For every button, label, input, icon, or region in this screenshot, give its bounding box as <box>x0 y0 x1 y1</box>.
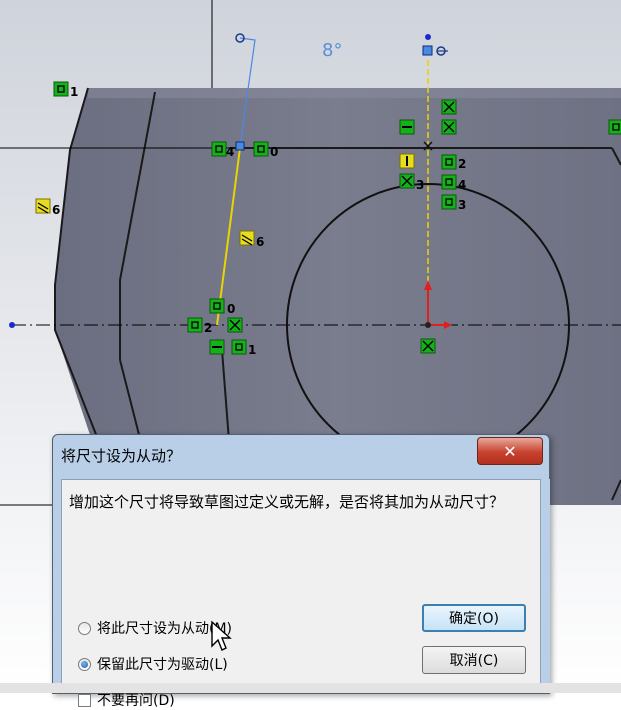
close-button[interactable]: ✕ <box>477 437 543 465</box>
coincident-relation-icon[interactable]: 1 <box>53 81 78 99</box>
svg-text:3: 3 <box>458 198 466 212</box>
tangent-relation-icon[interactable] <box>441 119 457 135</box>
horizontal-relation-icon[interactable] <box>399 119 415 135</box>
dont-ask-again-label: 不要再问(D) <box>97 693 175 709</box>
dialog-body: 增加这个尺寸将导致草图过定义或无解，是否将其加为从动尺寸？ 将此尺寸设为从动(M… <box>61 479 541 709</box>
vertical-relation-icon[interactable] <box>399 153 415 169</box>
radio-make-driven[interactable] <box>78 621 91 635</box>
coincident-relation-icon[interactable]: 2 <box>187 317 212 335</box>
coincident-relation-icon[interactable] <box>608 119 621 135</box>
svg-text:1: 1 <box>70 85 78 99</box>
tangent-relation-icon[interactable] <box>420 338 436 354</box>
angle-dimension-label[interactable]: 8° <box>322 40 342 61</box>
dont-ask-again-checkbox[interactable] <box>78 693 91 707</box>
option-keep-driving-label: 保留此尺寸为驱动(L) <box>97 657 228 673</box>
coincident-relation-icon[interactable]: 4 <box>211 141 234 159</box>
svg-text:3: 3 <box>416 178 424 192</box>
svg-text:1: 1 <box>248 343 256 357</box>
part-top-face <box>88 88 621 98</box>
cancel-button[interactable]: 取消(C) <box>422 646 526 674</box>
radio-keep-driving[interactable] <box>78 657 91 671</box>
close-icon: ✕ <box>503 441 517 461</box>
svg-text:2: 2 <box>204 321 212 335</box>
dialog-edge-strip <box>541 479 550 693</box>
make-driven-dimension-dialog: 将尺寸设为从动？ ✕ 增加这个尺寸将导致草图过定义或无解，是否将其加为从动尺寸？… <box>52 434 550 709</box>
bottom-strip <box>0 683 621 693</box>
svg-text:4: 4 <box>226 145 234 159</box>
svg-text:6: 6 <box>256 235 264 249</box>
dialog-title: 将尺寸设为从动？ <box>61 447 182 465</box>
coincident-relation-icon[interactable]: 3 <box>441 194 466 212</box>
coincident-relation-icon[interactable]: 0 <box>253 141 278 159</box>
option-keep-driving[interactable]: 保留此尺寸为驱动(L) <box>78 654 228 674</box>
coincident-relation-icon[interactable]: 0 <box>209 298 235 316</box>
dont-ask-again[interactable]: 不要再问(D) <box>78 690 175 710</box>
mouse-cursor-icon <box>211 620 232 651</box>
svg-text:2: 2 <box>458 157 466 171</box>
svg-text:0: 0 <box>227 302 235 316</box>
ok-button[interactable]: 确定(O) <box>422 604 526 632</box>
horizontal-relation-icon[interactable] <box>209 339 225 355</box>
coincident-relation-icon[interactable]: 1 <box>231 339 256 357</box>
dialog-message: 增加这个尺寸将导致草图过定义或无解，是否将其加为从动尺寸？ <box>69 493 505 511</box>
tangent-relation-icon[interactable] <box>227 317 243 333</box>
option-make-driven[interactable]: 将此尺寸设为从动(M) <box>78 618 232 638</box>
svg-text:0: 0 <box>270 145 278 159</box>
tangent-relation-icon[interactable] <box>441 99 457 115</box>
svg-text:4: 4 <box>458 178 466 192</box>
svg-text:6: 6 <box>52 203 60 217</box>
coincident-relation-icon[interactable]: 2 <box>441 154 466 171</box>
tangent-relation-icon[interactable] <box>399 173 415 189</box>
